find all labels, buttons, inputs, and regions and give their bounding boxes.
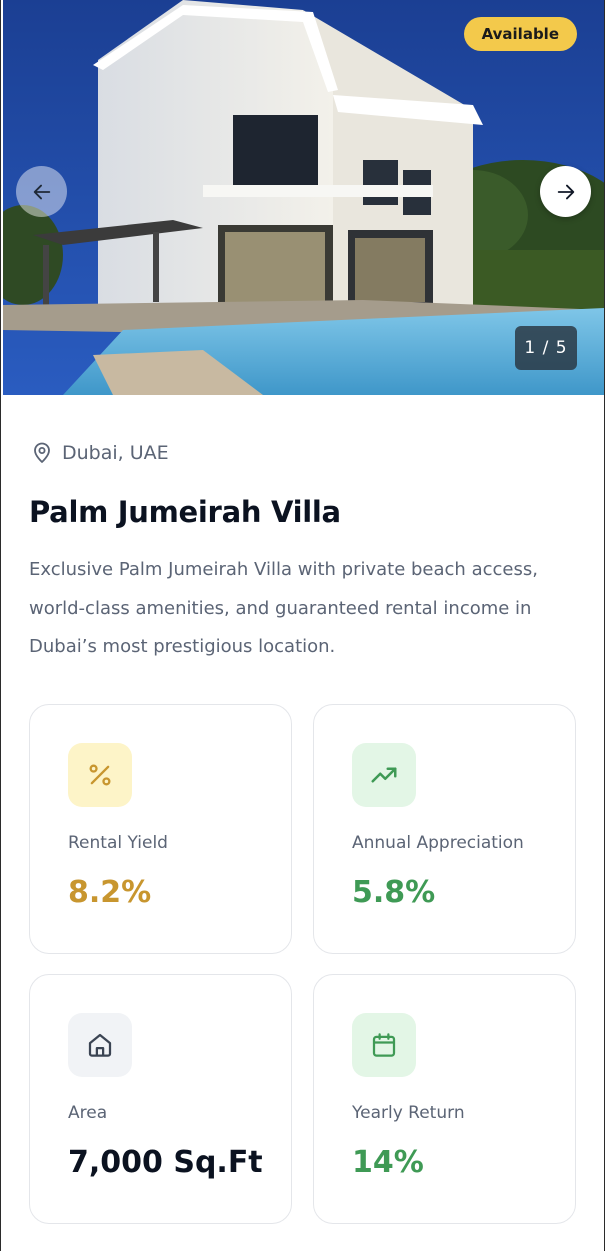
stat-card-annual-appreciation: Annual Appreciation 5.8% bbox=[313, 704, 576, 954]
location-text: Dubai, UAE bbox=[62, 442, 169, 464]
villa-photo bbox=[3, 0, 604, 395]
stat-card-yearly-return: Yearly Return 14% bbox=[313, 974, 576, 1224]
previous-image-button[interactable] bbox=[16, 166, 67, 217]
property-location: Dubai, UAE bbox=[30, 441, 169, 465]
next-image-button[interactable] bbox=[540, 166, 591, 217]
stat-label: Rental Yield bbox=[68, 833, 168, 853]
stat-card-area: Area 7,000 Sq.Ft bbox=[29, 974, 292, 1224]
stat-value: 8.2% bbox=[68, 875, 152, 910]
arrow-right-icon bbox=[557, 184, 574, 199]
stat-value: 7,000 Sq.Ft bbox=[68, 1145, 263, 1180]
map-pin-icon bbox=[34, 442, 50, 463]
trending-up-icon bbox=[371, 767, 397, 783]
stat-icon-box bbox=[352, 1013, 416, 1077]
stat-icon-box bbox=[68, 743, 132, 807]
stat-label: Area bbox=[68, 1103, 108, 1123]
availability-badge: Available bbox=[463, 17, 577, 51]
stat-card-rental-yield: Rental Yield 8.2% bbox=[29, 704, 292, 954]
image-counter: 1 / 5 bbox=[515, 326, 577, 370]
stat-value: 14% bbox=[352, 1145, 424, 1180]
property-description: Exclusive Palm Jumeirah Villa with priva… bbox=[29, 559, 538, 657]
app-frame: Available 1 / 5 Dubai, UAE Palm Jumeirah… bbox=[0, 0, 605, 1251]
arrow-left-icon bbox=[33, 184, 50, 199]
calendar-icon bbox=[372, 1033, 396, 1057]
stat-icon-box bbox=[68, 1013, 132, 1077]
stat-label: Yearly Return bbox=[352, 1103, 465, 1123]
property-image-carousel[interactable]: Available 1 / 5 bbox=[3, 0, 604, 395]
home-icon bbox=[88, 1033, 112, 1057]
stat-label: Annual Appreciation bbox=[352, 833, 524, 853]
stat-icon-box bbox=[352, 743, 416, 807]
stat-value: 5.8% bbox=[352, 875, 436, 910]
property-title: Palm Jumeirah Villa bbox=[29, 495, 341, 529]
percent-icon bbox=[89, 764, 111, 786]
